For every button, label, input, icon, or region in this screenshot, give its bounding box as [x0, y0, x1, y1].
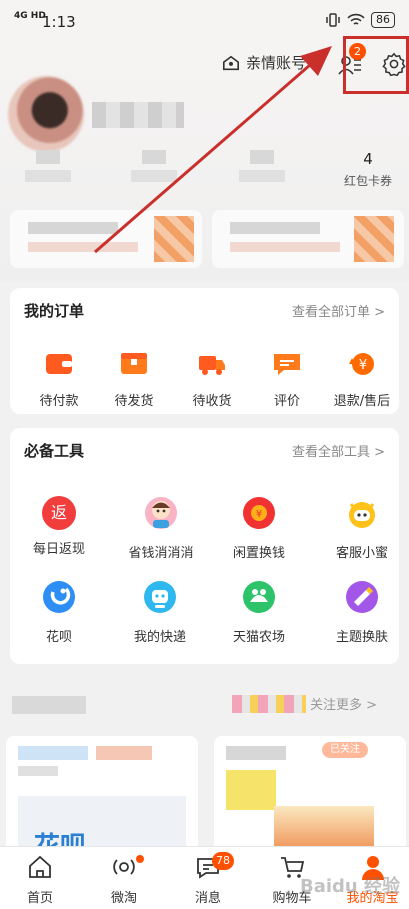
tool-save-game[interactable]: 省钱消消消 — [116, 496, 206, 561]
tool-tmall-farm[interactable]: 天猫农场 — [219, 580, 299, 645]
tab-label: 首页 — [26, 891, 53, 906]
family-account-label: 亲情账号 — [246, 54, 307, 72]
theme-icon — [346, 581, 378, 613]
tool-huabei[interactable]: 花呗 — [19, 580, 99, 645]
wallet-icon — [46, 354, 72, 374]
view-all-orders-link[interactable]: 查看全部订单 > — [292, 301, 385, 320]
order-label: 评价 — [273, 394, 300, 409]
order-to-receive[interactable]: 待收货 — [172, 350, 252, 409]
stat-label: 红包卡券 — [343, 174, 392, 188]
order-label: 待付款 — [39, 394, 79, 409]
promo-card[interactable] — [212, 210, 404, 268]
idle-money-icon: ¥ — [243, 497, 275, 529]
svg-text:¥: ¥ — [359, 358, 367, 373]
service-bot-icon — [349, 502, 375, 528]
tab-label: 消息 — [194, 891, 221, 906]
comment-icon — [274, 354, 300, 375]
tool-theme[interactable]: 主题换肤 — [322, 580, 402, 645]
home-icon — [29, 855, 51, 878]
stat-coupons[interactable]: 4 红包卡券 — [338, 150, 398, 192]
promo-image — [154, 216, 194, 262]
family-icon — [222, 55, 240, 70]
stat-blurred[interactable] — [18, 150, 78, 192]
highlight-box — [343, 36, 409, 94]
huabei-icon — [43, 581, 75, 613]
cashback-icon: 返 — [42, 496, 76, 530]
follow-more-link[interactable]: 关注更多 > — [232, 694, 377, 713]
tools-card: 必备工具 查看全部工具 > 返 每日返现 省钱消消消 ¥ 闲置换钱 客服小蜜 花… — [10, 428, 399, 664]
tool-label: 天猫农场 — [232, 630, 285, 645]
tool-label: 我的快递 — [133, 630, 186, 645]
clock: 1:13 — [42, 13, 76, 31]
feed-header: 关注更多 > — [0, 690, 409, 722]
tool-label: 每日返现 — [32, 542, 85, 557]
order-to-ship[interactable]: 待发货 — [94, 350, 174, 409]
followed-tag: 已关注 — [322, 742, 368, 758]
status-icons: 86 — [325, 12, 395, 28]
tool-my-express[interactable]: 我的快递 — [120, 580, 200, 645]
weitao-icon — [113, 859, 135, 875]
feed-card[interactable]: 已关注 — [214, 736, 406, 856]
tool-service-bot[interactable]: 客服小蜜 — [322, 496, 402, 561]
order-pending-payment[interactable]: 待付款 — [19, 350, 99, 409]
feed-title-blurred — [12, 696, 86, 714]
tool-idle-money[interactable]: ¥ 闲置换钱 — [219, 496, 299, 561]
truck-icon — [199, 356, 225, 375]
tool-label: 省钱消消消 — [128, 546, 194, 561]
vibrate-icon — [326, 13, 340, 27]
weitao-dot — [136, 855, 144, 863]
promo-image — [354, 216, 394, 262]
avatar[interactable] — [8, 76, 84, 152]
nickname-blurred — [92, 102, 184, 128]
view-all-tools-link[interactable]: 查看全部工具 > — [292, 441, 385, 460]
stat-blurred[interactable] — [124, 150, 184, 192]
tool-label: 花呗 — [45, 630, 72, 645]
orders-title: 我的订单 — [24, 302, 85, 320]
messages-badge: 78 — [212, 852, 234, 870]
tool-label: 闲置换钱 — [232, 546, 285, 561]
stats-row: 4 红包卡券 — [0, 150, 409, 196]
express-icon — [144, 581, 176, 613]
package-icon — [121, 353, 147, 374]
tool-label: 客服小蜜 — [335, 546, 388, 561]
wifi-icon — [347, 13, 365, 25]
stat-blurred[interactable] — [232, 150, 292, 192]
tab-weitao[interactable]: 微淘 — [84, 853, 164, 906]
tools-title: 必备工具 — [24, 442, 85, 460]
tool-label: 主题换肤 — [335, 630, 388, 645]
battery-icon: 86 — [371, 12, 395, 28]
tab-label: 微淘 — [110, 891, 137, 906]
order-label: 待收货 — [192, 394, 232, 409]
stat-value: 4 — [363, 150, 373, 168]
tab-home[interactable]: 首页 — [0, 853, 80, 906]
watermark: Baidu 经验 — [300, 876, 401, 897]
order-label: 待发货 — [114, 394, 154, 409]
tab-messages[interactable]: 78 消息 — [168, 852, 248, 906]
profile-header: 亲情账号 2 4 红包卡券 — [0, 36, 409, 282]
order-refund[interactable]: ¥ 退款/售后 — [322, 350, 402, 409]
orders-card: 我的订单 查看全部订单 > 待付款 待发货 待收货 评价 ¥ 退款/售后 — [10, 288, 399, 414]
svg-text:¥: ¥ — [256, 509, 262, 520]
tool-daily-cashback[interactable]: 返 每日返现 — [19, 496, 99, 557]
game-avatar-icon — [145, 497, 177, 529]
farm-icon — [243, 581, 275, 613]
order-review[interactable]: 评价 — [247, 350, 327, 409]
family-account-button[interactable]: 亲情账号 — [222, 52, 306, 73]
refund-icon: ¥ — [349, 353, 374, 375]
order-label: 退款/售后 — [333, 394, 391, 409]
followed-avatars-blurred — [232, 694, 306, 713]
follow-more-label: 关注更多 > — [310, 698, 378, 713]
promo-card[interactable] — [10, 210, 202, 268]
